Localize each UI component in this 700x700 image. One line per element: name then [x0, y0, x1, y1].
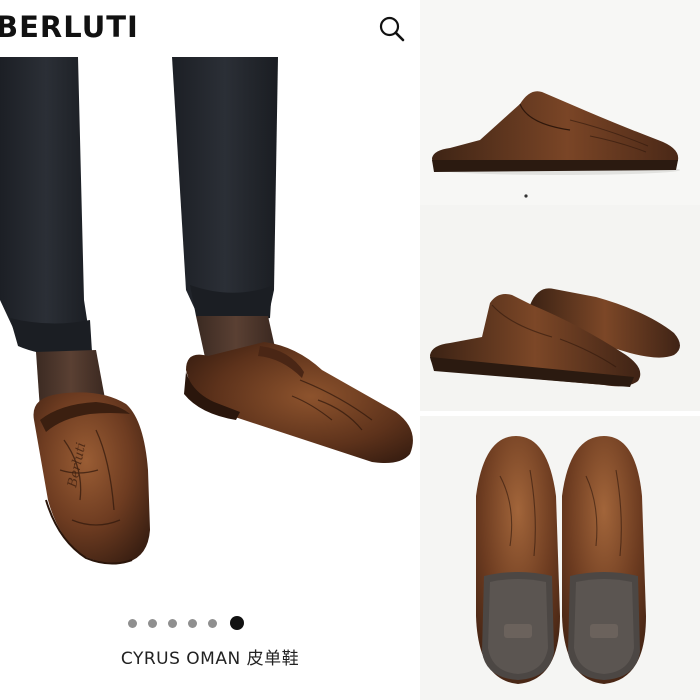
carousel-dot[interactable] — [148, 619, 157, 628]
header: BERLUTI — [0, 0, 420, 56]
product-title: CYRUS OMAN 皮单鞋 — [120, 649, 300, 669]
brand-logo[interactable]: BERLUTI — [0, 10, 139, 44]
hero-product-image[interactable]: Berluti — [0, 57, 420, 600]
main-panel: BERLUTI Berluti CYRUS OMAN 皮单鞋 — [0, 0, 420, 700]
thumbnail-top-view[interactable] — [420, 416, 700, 700]
carousel-dot[interactable] — [208, 619, 217, 628]
carousel-dot[interactable] — [168, 619, 177, 628]
search-icon — [379, 16, 405, 42]
carousel-dot[interactable] — [188, 619, 197, 628]
carousel-dot[interactable] — [128, 619, 137, 628]
thumbnail-column — [420, 0, 700, 700]
carousel-dot-active[interactable] — [230, 616, 244, 630]
thumbnail-side-view[interactable] — [420, 0, 700, 205]
thumbnail-pair-angle-view[interactable] — [420, 205, 700, 411]
search-button[interactable] — [377, 14, 407, 44]
